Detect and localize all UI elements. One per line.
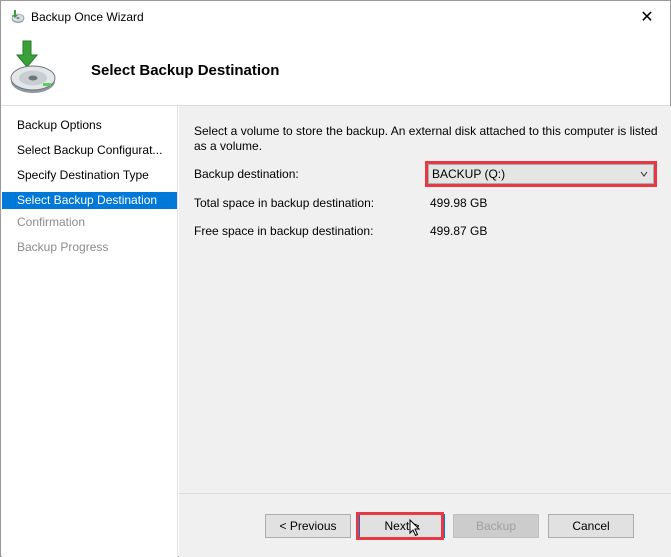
previous-button[interactable]: < Previous	[265, 514, 351, 538]
sidebar-item-confirmation: Confirmation	[17, 215, 86, 229]
sidebar-item-backup-options[interactable]: Backup Options	[2, 117, 177, 134]
close-icon: ✕	[640, 8, 654, 26]
backup-disk-icon	[10, 40, 56, 93]
backup-destination-dropdown[interactable]: BACKUP (Q:)	[428, 164, 654, 184]
close-button[interactable]: ✕	[624, 1, 670, 32]
sidebar-item-specify-destination-type[interactable]: Specify Destination Type	[2, 167, 177, 184]
intro-text: Select a volume to store the backup. An …	[194, 124, 658, 153]
total-space-value: 499.98 GB	[430, 196, 488, 210]
wizard-header: Select Backup Destination	[1, 32, 670, 105]
total-space-label: Total space in backup destination:	[194, 196, 375, 210]
sidebar-item-select-backup-configuration[interactable]: Select Backup Configurat...	[2, 142, 177, 159]
mouse-cursor-icon	[409, 519, 421, 537]
wizard-steps-sidebar: Backup Options Select Backup Configurat.…	[2, 106, 178, 557]
footer-divider	[179, 493, 671, 494]
next-button[interactable]: Next >	[359, 514, 445, 538]
page-title: Select Backup Destination	[91, 62, 280, 79]
backup-destination-selected: BACKUP (Q:)	[432, 167, 506, 181]
backup-button: Backup	[453, 514, 539, 538]
free-space-label: Free space in backup destination:	[194, 224, 374, 238]
wizard-window: Backup Once Wizard ✕ Select Backup Desti…	[0, 0, 671, 557]
backup-destination-label: Backup destination:	[194, 167, 299, 181]
chevron-down-icon	[640, 171, 648, 177]
wizard-content: Select a volume to store the backup. An …	[179, 106, 671, 557]
cancel-button[interactable]: Cancel	[548, 514, 634, 538]
free-space-value: 499.87 GB	[430, 224, 488, 238]
window-title: Backup Once Wizard	[31, 10, 144, 24]
title-bar[interactable]: Backup Once Wizard ✕	[1, 1, 670, 32]
sidebar-item-backup-progress: Backup Progress	[17, 240, 109, 254]
backup-app-icon	[11, 10, 25, 23]
sidebar-item-select-backup-destination[interactable]: Select Backup Destination	[2, 192, 177, 209]
